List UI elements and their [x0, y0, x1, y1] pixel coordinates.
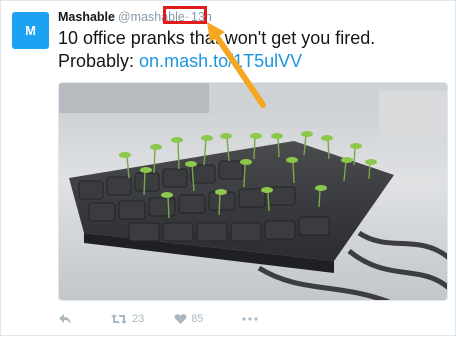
more-icon: [241, 317, 258, 321]
like-count: 85: [191, 313, 204, 325]
display-name[interactable]: Mashable: [58, 10, 115, 24]
retweet-count: 23: [132, 313, 145, 325]
reply-button[interactable]: [58, 313, 72, 325]
reply-icon: [59, 314, 71, 324]
tweet-text: 10 office pranks that won't get you fire…: [58, 27, 448, 73]
timestamp-highlight-annotation: [163, 6, 207, 24]
tweet-media-photo[interactable]: [58, 82, 448, 301]
avatar[interactable]: M: [12, 12, 49, 49]
retweet-button[interactable]: 23: [110, 313, 144, 325]
tweet-link[interactable]: on.mash.to/1T5ulVV: [139, 51, 302, 71]
avatar-letter: M: [25, 23, 36, 38]
retweet-icon: [111, 314, 127, 324]
heart-icon: [174, 314, 187, 324]
like-button[interactable]: 85: [174, 313, 204, 325]
more-button[interactable]: [241, 317, 258, 321]
tweet-actions: 23 85: [58, 309, 258, 329]
keyboard-with-sprouts-photo: [59, 83, 447, 300]
tweet-card: M Mashable @mashable · 13h 10 office pra…: [0, 0, 456, 336]
